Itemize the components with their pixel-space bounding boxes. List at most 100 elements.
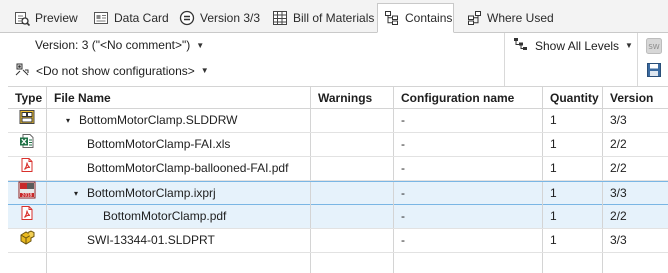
file-name-cell: BottomMotorClamp.pdf	[47, 205, 311, 228]
configuration-cell: -	[394, 109, 543, 132]
tab-bill-of-materials[interactable]: Bill of Materials	[266, 4, 374, 32]
quantity-cell: 1	[543, 133, 603, 156]
warnings-cell	[311, 133, 394, 156]
svg-text:SW: SW	[648, 43, 659, 51]
pdf-file-icon	[19, 205, 35, 229]
type-cell	[8, 157, 47, 180]
grid-header: Type File Name Warnings Configuration na…	[8, 86, 668, 109]
tab-label: Where Used	[487, 11, 554, 25]
configuration-cell: -	[394, 229, 543, 252]
save-icon[interactable]	[646, 62, 662, 81]
version-icon	[179, 10, 195, 26]
chevron-down-icon: ▼	[625, 41, 633, 50]
show-levels-label: Show All Levels	[535, 38, 620, 53]
levels-icon	[513, 37, 529, 54]
preview-icon	[14, 10, 30, 26]
tree-expander-icon[interactable]: ▾	[71, 182, 81, 205]
version-dropdown-label: Version: 3 ("<No comment>")	[35, 38, 191, 52]
data-card-icon	[93, 10, 109, 26]
levels-panel: Show All Levels ▼	[505, 33, 638, 86]
tab-version[interactable]: Version 3/3	[173, 4, 260, 32]
tab-bar: Preview Data Card Version 3/3 Bill of Ma…	[0, 0, 668, 33]
file-name-cell: BottomMotorClamp-FAI.xls	[47, 133, 311, 156]
solidworks-drawing-icon	[19, 109, 35, 133]
type-cell	[8, 109, 47, 132]
show-levels-dropdown[interactable]: Show All Levels ▼	[513, 37, 633, 54]
type-cell	[8, 229, 47, 252]
tab-preview[interactable]: Preview	[8, 4, 78, 32]
column-header-configuration[interactable]: Configuration name	[394, 87, 543, 109]
column-header-type[interactable]: Type	[8, 87, 47, 109]
warnings-cell	[311, 157, 394, 180]
file-name: BottomMotorClamp-FAI.xls	[87, 137, 231, 151]
side-actions: SW	[638, 33, 668, 86]
quantity-cell: 1	[543, 157, 603, 180]
svg-text:2018: 2018	[22, 192, 33, 197]
file-name-cell: SWI-13344-01.SLDPRT	[47, 229, 311, 252]
column-header-warnings[interactable]: Warnings	[311, 87, 394, 109]
quantity-cell: 1	[543, 109, 603, 132]
file-name: SWI-13344-01.SLDPRT	[87, 233, 215, 247]
configuration-cell: -	[394, 182, 543, 205]
tab-label: Version 3/3	[200, 11, 261, 25]
excel-file-icon	[19, 133, 35, 157]
tab-where-used[interactable]: Where Used	[460, 4, 554, 32]
warnings-cell	[311, 205, 394, 228]
solidworks-icon[interactable]: SW	[646, 38, 662, 57]
file-name-cell: BottomMotorClamp-ballooned-FAI.pdf	[47, 157, 311, 180]
warnings-cell	[311, 182, 394, 205]
type-cell	[8, 205, 47, 228]
version-cell: 2/2	[610, 209, 627, 223]
table-row[interactable]: BottomMotorClamp.pdf - 1 2/2	[8, 205, 668, 229]
configuration-icon	[14, 61, 30, 80]
tab-label: Contains	[405, 11, 453, 25]
version-cell: 3/3	[610, 233, 627, 247]
type-cell	[8, 133, 47, 156]
tab-label: Bill of Materials	[293, 11, 375, 25]
version-cell: 2/2	[610, 137, 627, 151]
column-header-quantity[interactable]: Quantity	[543, 87, 603, 109]
file-name: BottomMotorClamp-ballooned-FAI.pdf	[87, 161, 289, 175]
warnings-cell	[311, 109, 394, 132]
inspection-project-icon: 2018	[18, 181, 36, 207]
version-cell: 2/2	[610, 161, 627, 175]
table-row[interactable]: BottomMotorClamp-ballooned-FAI.pdf - 1 2…	[8, 157, 668, 181]
warnings-cell	[311, 229, 394, 252]
tab-label: Data Card	[114, 11, 169, 25]
bom-icon	[272, 10, 288, 26]
column-header-version[interactable]: Version	[603, 87, 668, 109]
chevron-down-icon: ▼	[200, 66, 209, 75]
file-name-cell: ▾ BottomMotorClamp.ixprj	[47, 182, 311, 205]
tab-label: Preview	[35, 11, 78, 25]
table-row[interactable]: 2018 ▾ BottomMotorClamp.ixprj - 1 3/3	[8, 181, 668, 205]
pdf-file-icon	[19, 157, 35, 181]
file-name: BottomMotorClamp.pdf	[103, 209, 227, 223]
tab-contains[interactable]: Contains	[377, 3, 454, 33]
tab-data-card[interactable]: Data Card	[87, 4, 169, 32]
column-header-file-name[interactable]: File Name	[47, 87, 311, 109]
configuration-dropdown[interactable]: <Do not show configurations> ▼	[14, 61, 209, 80]
tree-expander-icon[interactable]: ▾	[63, 109, 73, 132]
where-used-icon	[466, 10, 482, 26]
quantity-cell: 1	[543, 229, 603, 252]
table-row[interactable]: ▾ BottomMotorClamp.SLDDRW - 1 3/3	[8, 109, 668, 133]
version-cell: 3/3	[610, 186, 627, 200]
contains-grid: Type File Name Warnings Configuration na…	[8, 86, 668, 273]
type-cell: 2018	[8, 181, 47, 207]
configuration-cell: -	[394, 157, 543, 180]
grid-empty-area	[8, 253, 668, 273]
quantity-cell: 1	[543, 182, 603, 205]
contains-toolbar: Version: 3 ("<No comment>") ▼ <Do not sh…	[0, 33, 668, 86]
configuration-dropdown-label: <Do not show configurations>	[36, 63, 195, 78]
chevron-down-icon: ▼	[196, 40, 205, 50]
version-dropdown[interactable]: Version: 3 ("<No comment>") ▼	[35, 38, 204, 52]
configuration-cell: -	[394, 205, 543, 228]
solidworks-part-icon	[19, 229, 35, 253]
table-row[interactable]: BottomMotorClamp-FAI.xls - 1 2/2	[8, 133, 668, 157]
quantity-cell: 1	[543, 205, 603, 228]
version-cell: 3/3	[610, 113, 627, 127]
file-name: BottomMotorClamp.SLDDRW	[79, 113, 238, 127]
file-name-cell: ▾ BottomMotorClamp.SLDDRW	[47, 109, 311, 132]
file-name: BottomMotorClamp.ixprj	[87, 186, 216, 200]
table-row[interactable]: SWI-13344-01.SLDPRT - 1 3/3	[8, 229, 668, 253]
